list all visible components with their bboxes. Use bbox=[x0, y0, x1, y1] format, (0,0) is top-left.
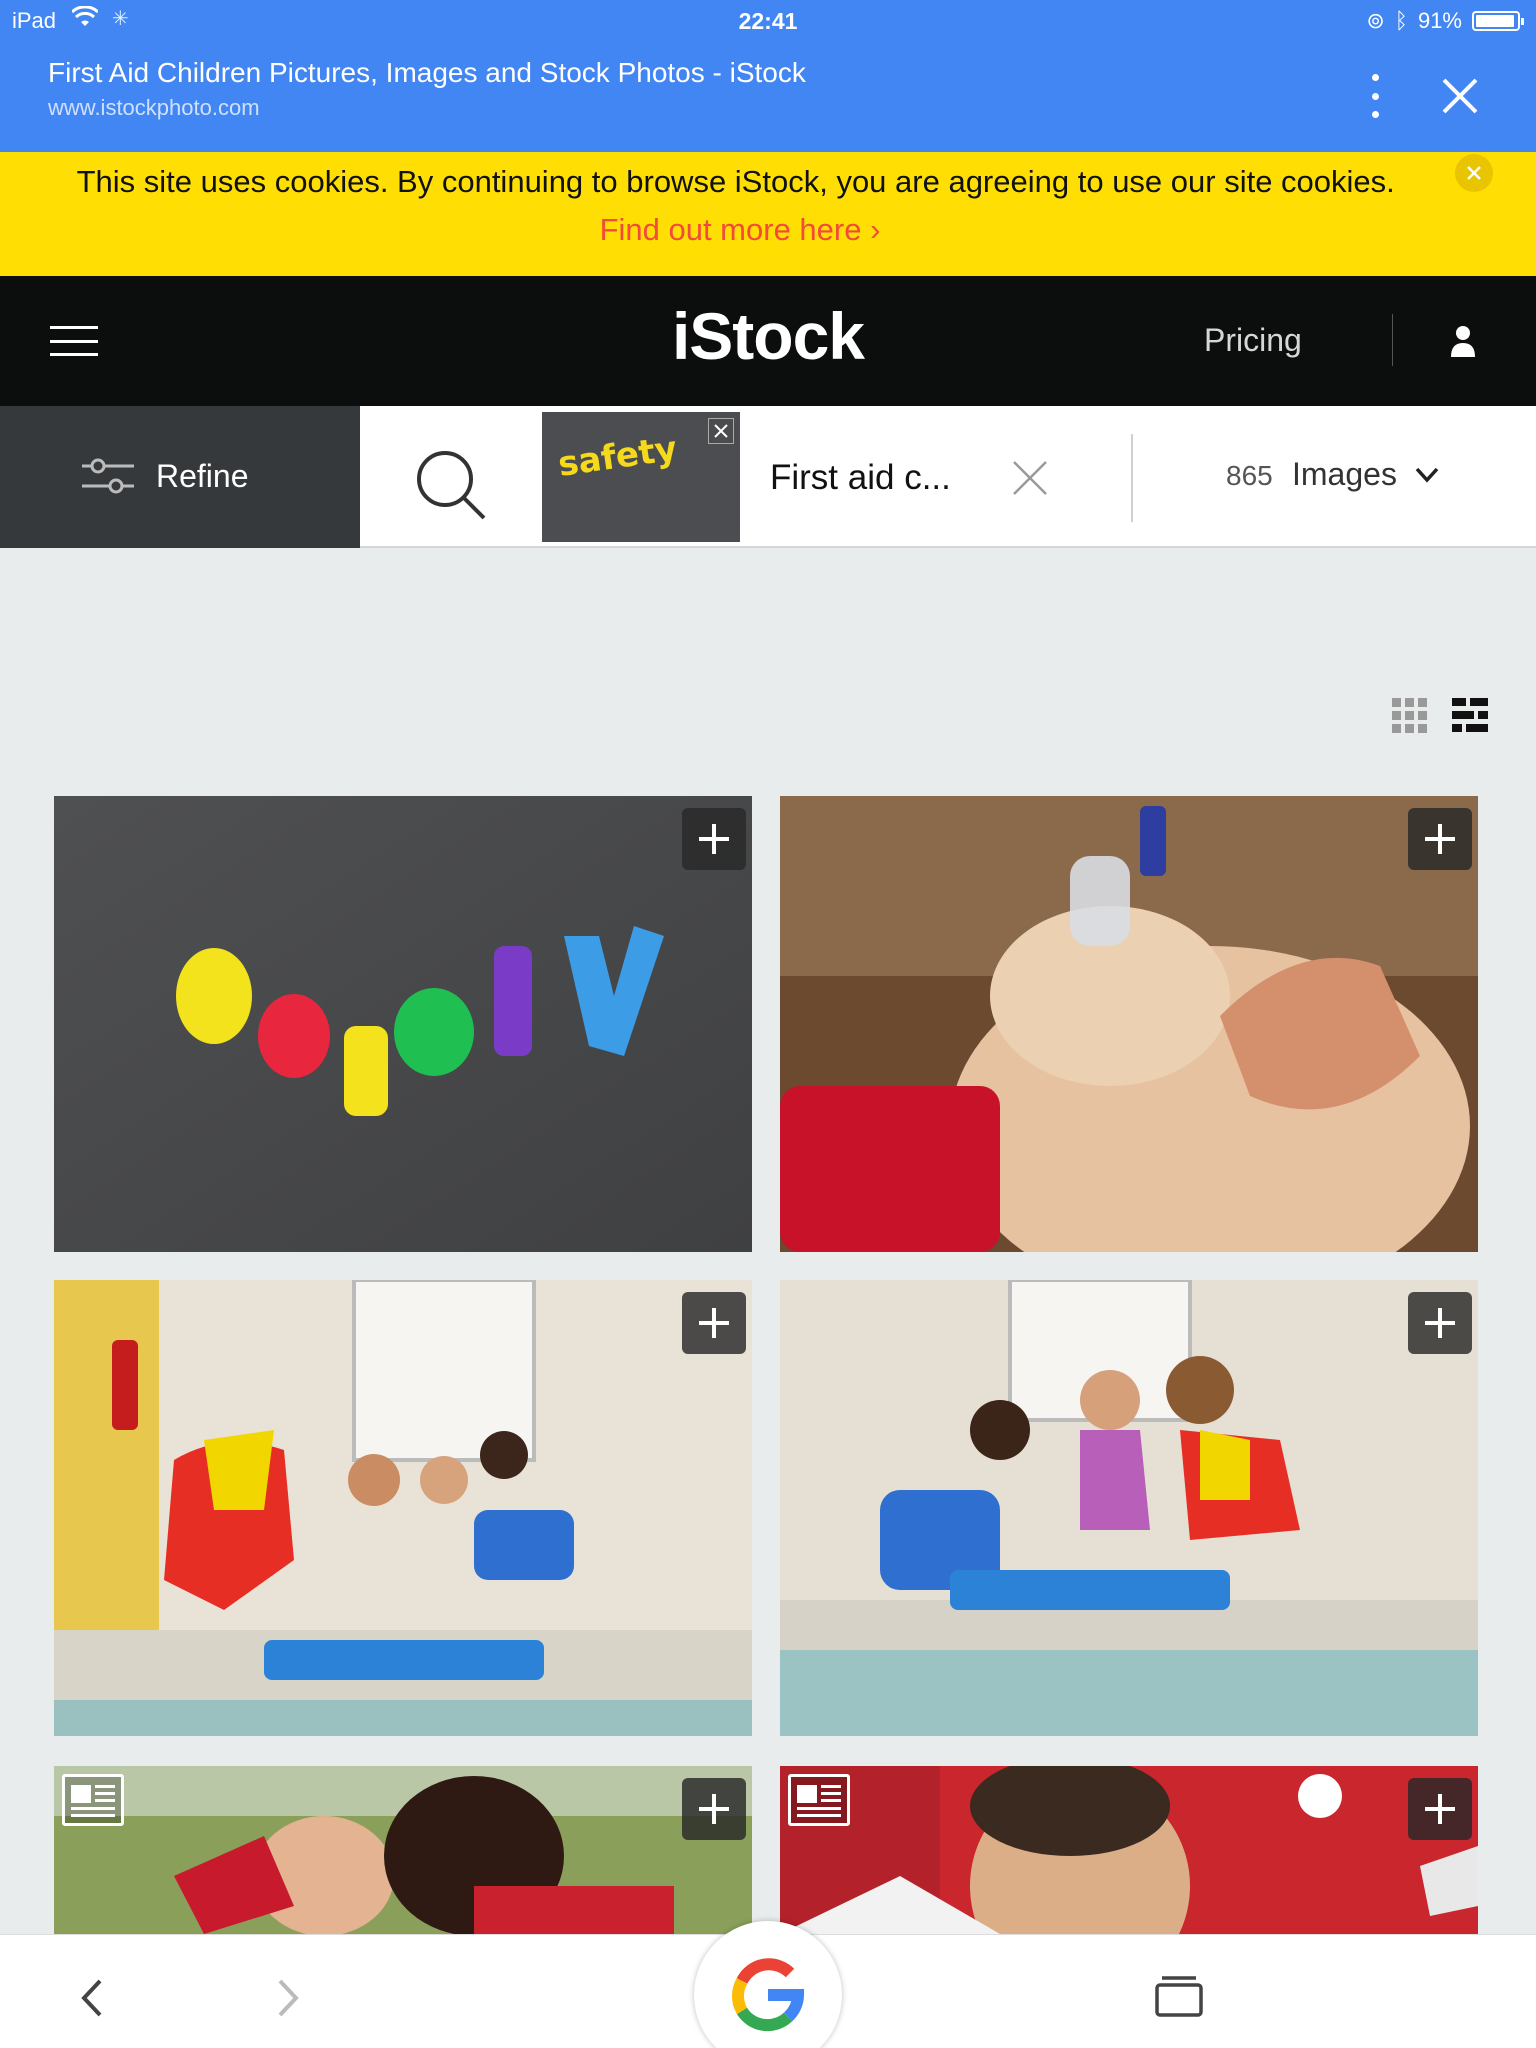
page-url: www.istockphoto.com bbox=[48, 95, 260, 120]
search-icon[interactable] bbox=[412, 446, 492, 526]
page-title: First Aid Children Pictures, Images and … bbox=[48, 57, 806, 88]
search-bar: Refine safety First aid c... 865 Images bbox=[0, 406, 1536, 548]
clear-search-icon[interactable] bbox=[1010, 458, 1050, 498]
bluetooth-icon: ᛒ bbox=[1394, 8, 1408, 33]
chevron-down-icon[interactable] bbox=[1414, 466, 1440, 484]
mosaic-view-icon[interactable] bbox=[1452, 698, 1488, 734]
result-image-lifeguard-kids[interactable] bbox=[780, 1280, 1478, 1736]
menu-dots-icon[interactable] bbox=[1362, 74, 1388, 118]
result-image-red-cross-rescuers[interactable] bbox=[54, 1766, 752, 1934]
editorial-icon bbox=[788, 1774, 850, 1826]
add-icon[interactable] bbox=[1408, 1292, 1472, 1354]
status-right: ⊚ ᛒ 91% bbox=[1366, 8, 1524, 34]
cookie-message: This site uses cookies. By continuing to… bbox=[70, 152, 1410, 254]
thumbnail-close-icon[interactable] bbox=[708, 418, 734, 444]
google-icon bbox=[728, 1955, 808, 2035]
battery-percent: 91% bbox=[1417, 8, 1462, 33]
refine-label: Refine bbox=[156, 458, 249, 494]
battery-icon bbox=[1472, 11, 1524, 31]
editorial-icon bbox=[62, 1774, 124, 1826]
search-divider bbox=[1131, 434, 1133, 522]
add-icon[interactable] bbox=[682, 1778, 746, 1840]
bottom-toolbar bbox=[0, 1921, 1536, 2048]
cookie-text: This site uses cookies. By continuing to… bbox=[76, 164, 1395, 199]
cookie-close-button[interactable] bbox=[1455, 154, 1493, 192]
add-icon[interactable] bbox=[682, 1292, 746, 1354]
cookie-more-link[interactable]: Find out more here › bbox=[600, 212, 881, 247]
status-bar: iPad ✳ 22:41 ⊚ ᛒ 91% bbox=[0, 0, 1536, 44]
forward-icon[interactable] bbox=[274, 1977, 304, 2019]
cookie-banner: This site uses cookies. By continuing to… bbox=[0, 152, 1536, 276]
refine-button[interactable]: Refine bbox=[0, 406, 360, 548]
pricing-link[interactable]: Pricing bbox=[1204, 322, 1302, 359]
result-image-cpr-mannequin[interactable] bbox=[780, 796, 1478, 1252]
user-icon[interactable] bbox=[1448, 324, 1478, 358]
add-icon[interactable] bbox=[1408, 808, 1472, 870]
result-count: 865 bbox=[1226, 460, 1273, 491]
orientation-lock-icon: ⊚ bbox=[1366, 8, 1385, 33]
add-icon[interactable] bbox=[682, 808, 746, 870]
nav-divider bbox=[1392, 314, 1393, 366]
grid-view-icon[interactable] bbox=[1392, 698, 1428, 734]
status-time: 22:41 bbox=[738, 8, 798, 34]
add-icon[interactable] bbox=[1408, 1778, 1472, 1840]
tabs-icon[interactable] bbox=[1154, 1973, 1204, 2019]
result-image-first-aid-volunteer[interactable] bbox=[780, 1766, 1478, 1934]
back-icon[interactable] bbox=[76, 1977, 106, 2019]
search-query[interactable]: First aid c... bbox=[770, 458, 951, 498]
google-button[interactable] bbox=[694, 1921, 842, 2048]
result-image-safety[interactable] bbox=[54, 796, 752, 1252]
result-image-lifeguard-teaching[interactable] bbox=[54, 1280, 752, 1736]
close-icon[interactable] bbox=[1440, 76, 1480, 116]
site-logo[interactable]: iStock bbox=[0, 298, 1536, 374]
browser-header: iPad ✳ 22:41 ⊚ ᛒ 91% First Aid Children … bbox=[0, 0, 1536, 152]
result-type-dropdown[interactable]: Images bbox=[1292, 456, 1397, 493]
site-nav: iStock Pricing bbox=[0, 276, 1536, 406]
refine-icon bbox=[80, 456, 136, 496]
